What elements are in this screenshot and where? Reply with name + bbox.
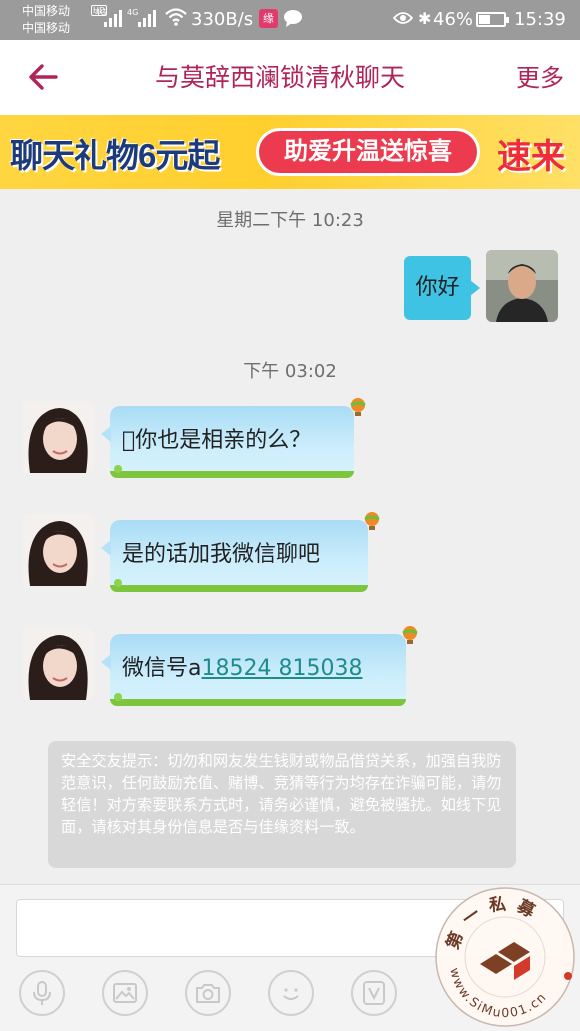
- balloon-icon: [402, 626, 418, 644]
- chat-header: 与莫辞西澜锁清秋聊天 更多: [0, 40, 580, 115]
- sent-message-bubble[interactable]: 你好: [404, 256, 480, 320]
- timestamp: 星期二下午 10:23: [216, 210, 364, 231]
- banner-pill: 助爱升温送惊喜: [256, 128, 480, 176]
- voice-button[interactable]: [19, 970, 65, 1016]
- bluetooth-icon: ✱: [418, 9, 432, 28]
- signal-icon: [104, 9, 122, 27]
- avatar-photo: [486, 250, 558, 322]
- avatar-photo: [22, 401, 94, 473]
- network-type-2: 4G: [127, 8, 139, 17]
- wechat-id-link[interactable]: 18524 815038: [201, 656, 362, 681]
- bubble-grass-decoration: [110, 693, 406, 706]
- bubble-grass-decoration: [110, 579, 368, 592]
- my-avatar[interactable]: [486, 250, 558, 322]
- image-button[interactable]: [102, 970, 148, 1016]
- battery-icon: [476, 12, 509, 27]
- emoji-icon: [283, 988, 299, 1000]
- carrier-label-1: 中国移动: [22, 4, 71, 18]
- carrier-label-2: 中国移动: [22, 21, 71, 35]
- camera-button[interactable]: [185, 970, 231, 1016]
- banner-headline: 聊天礼物6元起: [10, 137, 220, 174]
- avatar-photo: [22, 514, 94, 586]
- safety-notice: 安全交友提示：切勿和网友发生钱财或物品借贷关系，加强自我防范意识，任何鼓励充值、…: [48, 741, 516, 868]
- message-icon: [284, 10, 302, 27]
- received-message-bubble[interactable]: 微信号a18524 815038: [101, 626, 418, 706]
- message-text: 是的话加我微信聊吧: [122, 542, 321, 567]
- signal-icon-2: [138, 9, 156, 27]
- bubble-grass-decoration: [110, 465, 354, 478]
- avatar-photo: [22, 628, 94, 700]
- battery-level: [479, 15, 490, 24]
- microphone-icon: [33, 981, 51, 1005]
- wifi-icon: [165, 8, 187, 26]
- message-text: 微信号a18524 815038: [122, 654, 362, 684]
- contact-avatar[interactable]: [22, 401, 94, 473]
- more-button[interactable]: 更多: [516, 62, 564, 94]
- contact-avatar[interactable]: [22, 628, 94, 700]
- clock: 15:39: [514, 9, 566, 30]
- gift-banner[interactable]: 聊天礼物6元起 助爱升温送惊喜 速来: [0, 115, 580, 189]
- contact-avatar[interactable]: [22, 514, 94, 586]
- banner-cta: 速来: [497, 137, 565, 177]
- message-text:  你也是相亲的么？: [122, 428, 312, 453]
- back-button[interactable]: [26, 60, 66, 96]
- chat-title: 与莫辞西澜锁清秋聊天: [154, 63, 405, 92]
- app-notification-icon: 缘: [259, 9, 278, 28]
- back-arrow-icon: [29, 64, 58, 90]
- balloon-icon: [364, 512, 380, 530]
- camera-icon: [196, 984, 220, 1003]
- emoji-button[interactable]: [268, 970, 314, 1016]
- image-icon: [113, 983, 137, 1003]
- network-speed: 330B/s: [191, 9, 254, 30]
- timestamp: 下午 03:02: [243, 361, 337, 382]
- wechat-label: 微信号a: [122, 656, 202, 681]
- status-bar: 中国移动 中国移动 HD 4G 4G 330B/s 缘 ✱ 46% 15:39: [0, 0, 580, 40]
- video-button[interactable]: [351, 970, 397, 1016]
- balloon-icon: [350, 398, 366, 416]
- video-icon: [363, 981, 385, 1005]
- received-message-bubble[interactable]:  你也是相亲的么？: [101, 398, 366, 478]
- battery-percent: 46%: [433, 9, 474, 30]
- eye-icon: [393, 12, 413, 24]
- received-message-bubble[interactable]: 是的话加我微信聊吧: [101, 512, 380, 592]
- watermark-logo: 第一私募 www.SiMu001.cn: [435, 887, 575, 1027]
